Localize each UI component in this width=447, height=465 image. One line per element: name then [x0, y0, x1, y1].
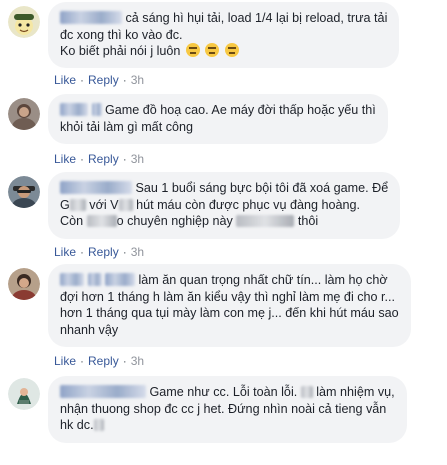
comment-text-line: Game đồ hoạ cao. Ae máy đời thấp hoặc yế… — [105, 103, 376, 117]
avatar[interactable] — [8, 378, 40, 410]
separator: · — [80, 245, 85, 259]
comment-text-fragment: Còn — [60, 214, 84, 228]
separator: · — [122, 152, 127, 166]
expressionless-face-icon — [224, 43, 239, 57]
avatar[interactable] — [8, 176, 40, 208]
expressionless-face-icon — [185, 43, 200, 57]
reply-link[interactable]: Reply — [88, 354, 119, 368]
avatar[interactable] — [8, 268, 40, 300]
comment-text-line: cả sáng hì hụi tải, load 1/4 lại bị relo… — [125, 11, 388, 25]
reply-link[interactable]: Reply — [88, 73, 119, 87]
comment-author[interactable] — [60, 384, 146, 401]
comment-text-line: Ko biết phải nói j luôn — [60, 44, 181, 58]
comment-actions: Like · Reply · 3h — [54, 354, 144, 368]
comment-bubble: Sau 1 buổi sáng bực bội tôi đã xoá game.… — [48, 172, 401, 239]
comment-text-fragment: o chuyên nghiệp này — [116, 214, 233, 228]
comment-bubble: Game đồ hoạ cao. Ae máy đời thấp hoặc yế… — [48, 94, 388, 144]
comment-text-line: nhanh vậy — [60, 322, 119, 337]
like-link[interactable]: Like — [54, 152, 76, 166]
comment-actions: Like · Reply · 3h — [54, 73, 144, 87]
comment-author[interactable] — [60, 102, 102, 119]
separator: · — [80, 354, 85, 368]
separator: · — [80, 152, 85, 166]
comment-actions: Like · Reply · 3h — [54, 152, 144, 166]
comment-bubble: cả sáng hì hụi tải, load 1/4 lại bị relo… — [48, 2, 400, 68]
comment-author[interactable] — [60, 10, 122, 27]
comment-text-line: Game như cc. Lỗi toàn lỗi. — [149, 385, 298, 399]
comment-text-line: hk dc. — [60, 418, 94, 432]
comment-text-fragment: làm nhiệm vụ, — [316, 385, 395, 399]
expressionless-face-icon — [205, 43, 220, 57]
comment-text-fragment: với V — [89, 197, 119, 212]
comment-text-line: nhận thuong shop đc cc j het. Đứng nhìn … — [60, 401, 387, 416]
comment-text-fragment: G — [60, 197, 70, 212]
like-link[interactable]: Like — [54, 245, 76, 259]
like-link[interactable]: Like — [54, 354, 76, 368]
avatar[interactable] — [8, 98, 40, 130]
comment-actions: Like · Reply · 3h — [54, 245, 144, 259]
comment-text-fragment: hút máu còn được phục vụ đàng hoàng. — [136, 197, 361, 212]
separator: · — [122, 73, 127, 87]
comment-bubble: Game như cc. Lỗi toàn lỗi. làm nhiệm vụ,… — [48, 376, 407, 443]
separator: · — [80, 73, 85, 87]
separator: · — [122, 245, 127, 259]
comment-text-line: làm ăn quan trọng nhất chữ tín... làm họ… — [138, 273, 388, 287]
comment-text-line: khỏi tải làm gì mất công — [60, 119, 193, 134]
avatar[interactable] — [8, 6, 40, 38]
timestamp[interactable]: 3h — [131, 245, 144, 259]
comment-text-line: đợi hơn 1 tháng h làm ăn kiểu vậy thì ng… — [60, 289, 396, 304]
separator: · — [122, 354, 127, 368]
comment-text-line: Sau 1 buổi sáng bực bội tôi đã xoá game.… — [135, 181, 389, 195]
timestamp[interactable]: 3h — [131, 354, 144, 368]
reply-link[interactable]: Reply — [88, 245, 119, 259]
comment-thread: cả sáng hì hụi tải, load 1/4 lại bị relo… — [0, 0, 447, 465]
comment-bubble: làm ăn quan trọng nhất chữ tín... làm họ… — [48, 264, 411, 347]
comment-text-line: hơn 1 tháng qua tụi mày làm con mẹ j... … — [60, 306, 399, 320]
timestamp[interactable]: 3h — [131, 152, 144, 166]
comment-text-fragment: thôi — [297, 214, 319, 228]
comment-author[interactable] — [60, 272, 135, 289]
reply-link[interactable]: Reply — [88, 152, 119, 166]
comment-author[interactable] — [60, 180, 132, 197]
timestamp[interactable]: 3h — [131, 73, 144, 87]
like-link[interactable]: Like — [54, 73, 76, 87]
comment-text-line: đc xong thì ko vào đc. — [60, 27, 183, 42]
